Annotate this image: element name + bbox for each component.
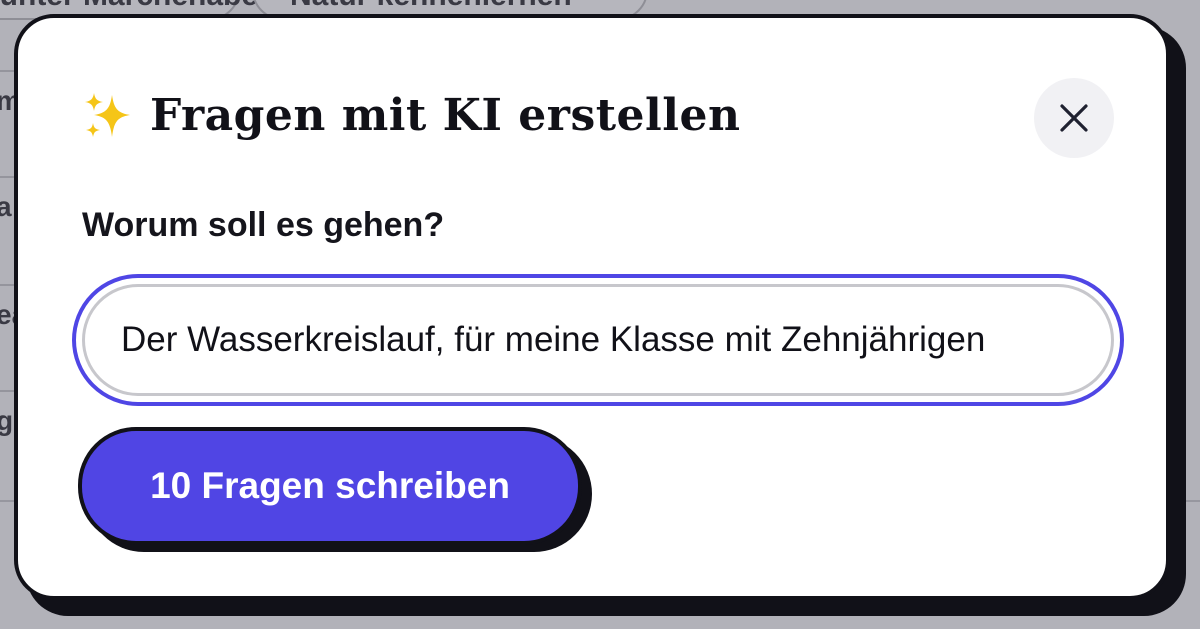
background-row-label: a bbox=[0, 191, 12, 222]
background-tab-label: Natur kennenlernen bbox=[290, 0, 572, 12]
background-row-label: g bbox=[0, 405, 13, 436]
topic-label: Worum soll es gehen? bbox=[82, 206, 445, 244]
ai-questions-dialog: Fragen mit KI erstellen Worum soll es ge… bbox=[14, 14, 1170, 600]
sparkles-icon bbox=[82, 91, 132, 141]
dialog-title: Fragen mit KI erstellen bbox=[82, 90, 740, 141]
generate-questions-button[interactable]: 10 Fragen schreiben bbox=[78, 427, 582, 545]
topic-input[interactable] bbox=[82, 284, 1114, 396]
dialog-title-text: Fragen mit KI erstellen bbox=[150, 90, 741, 141]
close-icon bbox=[1060, 104, 1088, 132]
background-tab-label: Bunter Märchenabend bbox=[0, 0, 295, 12]
close-button[interactable] bbox=[1034, 78, 1114, 158]
topic-input-focus-ring bbox=[72, 274, 1124, 406]
